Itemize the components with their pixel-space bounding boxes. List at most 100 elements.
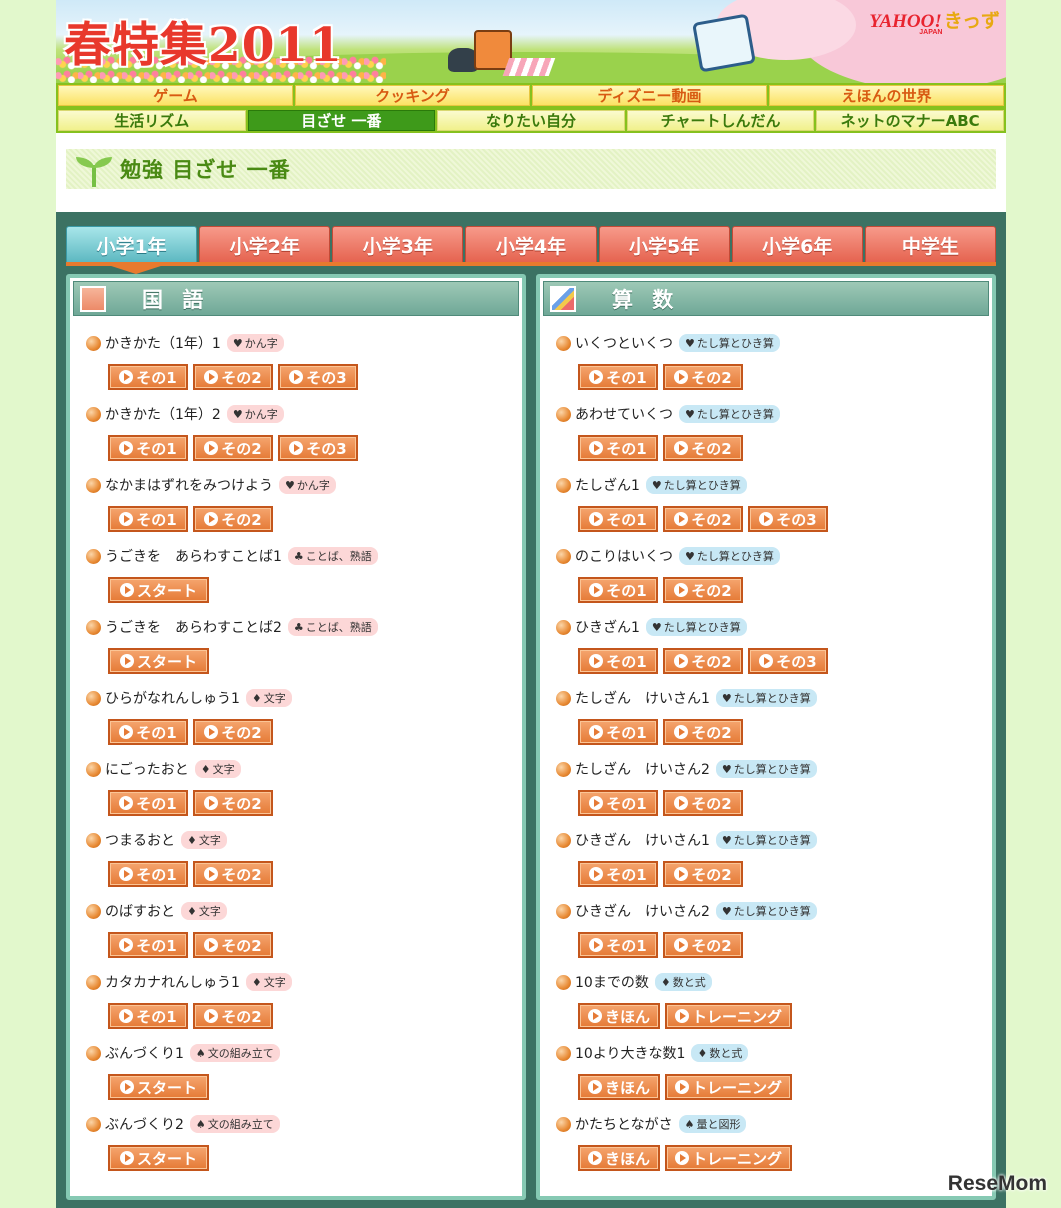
bullet-icon: [556, 974, 571, 990]
start-button[interactable]: その2: [663, 577, 743, 603]
item-header: のばすおと ♦ 文字: [86, 900, 516, 922]
button-label: その2: [221, 510, 262, 529]
play-arrow-icon: [119, 1080, 134, 1094]
button-label: その3: [306, 368, 347, 387]
start-button[interactable]: その1: [578, 932, 658, 958]
grade-tab[interactable]: 小学1年: [66, 226, 198, 264]
start-button[interactable]: その1: [108, 1003, 188, 1029]
item-header: にごったおと ♦ 文字: [86, 758, 516, 780]
start-button[interactable]: その3: [748, 648, 828, 674]
tag-label: 量と図形: [696, 1118, 741, 1131]
start-button[interactable]: スタート: [108, 1145, 209, 1171]
play-arrow-icon: [204, 796, 219, 810]
start-button[interactable]: その1: [108, 506, 188, 532]
start-button[interactable]: その1: [578, 719, 658, 745]
diamond-icon: ♦: [660, 976, 671, 989]
heart-icon: ♥: [685, 337, 695, 350]
start-button[interactable]: トレーニング: [665, 1145, 793, 1171]
start-button[interactable]: その2: [663, 364, 743, 390]
list-item: にごったおと ♦ 文字その1 その2: [86, 758, 516, 829]
start-button[interactable]: その2: [663, 719, 743, 745]
start-button[interactable]: その1: [578, 364, 658, 390]
start-button[interactable]: その1: [108, 435, 188, 461]
start-button[interactable]: その2: [663, 932, 743, 958]
button-group: その1 その2: [108, 1003, 516, 1029]
start-button[interactable]: その1: [108, 364, 188, 390]
start-button[interactable]: その2: [193, 861, 273, 887]
start-button[interactable]: スタート: [108, 577, 209, 603]
start-button[interactable]: その1: [108, 719, 188, 745]
start-button[interactable]: その1: [578, 506, 658, 532]
start-button[interactable]: きほん: [578, 1145, 661, 1171]
nav-link[interactable]: チャートしんだん: [626, 110, 815, 131]
yahoo-kids-logo[interactable]: YAHOO! きっず JAPAN: [869, 6, 1000, 36]
nav-link[interactable]: 目ざせ 一番: [247, 110, 436, 131]
start-button[interactable]: その2: [193, 719, 273, 745]
item-title: たしざん けいさん1: [575, 691, 710, 707]
grade-tab[interactable]: 小学5年: [598, 226, 730, 264]
nav-link[interactable]: えほんの世界: [769, 85, 1004, 106]
bullet-icon: [556, 548, 571, 564]
nav-link[interactable]: ディズニー動画: [532, 85, 767, 106]
club-icon: ♣: [293, 621, 304, 634]
button-label: その2: [691, 368, 732, 387]
nav-link[interactable]: なりたい自分: [437, 110, 625, 131]
start-button[interactable]: その1: [578, 435, 658, 461]
start-button[interactable]: その2: [663, 790, 743, 816]
start-button[interactable]: その2: [193, 1003, 273, 1029]
start-button[interactable]: その2: [663, 506, 743, 532]
nav-link[interactable]: 生活リズム: [58, 110, 246, 131]
japanese-panel: 国 語 かきかた（1年）1 ♥ かん字 その1 その2 その3 かきかた（1年）2 ♥ かん字そ…: [66, 274, 526, 1200]
start-button[interactable]: スタート: [108, 1074, 209, 1100]
start-button[interactable]: トレーニング: [665, 1003, 793, 1029]
list-item: ひらがなれんしゅう1 ♦ 文字 その1 その2: [86, 687, 516, 758]
grade-tab[interactable]: 小学2年: [199, 226, 331, 264]
start-button[interactable]: きほん: [578, 1074, 661, 1100]
play-arrow-icon: [674, 512, 689, 526]
sprout-icon: [76, 151, 112, 187]
start-button[interactable]: その1: [578, 648, 658, 674]
start-button[interactable]: その2: [663, 648, 743, 674]
start-button[interactable]: その1: [108, 790, 188, 816]
start-button[interactable]: その1: [578, 861, 658, 887]
nav-link[interactable]: ネットのマナーABC: [816, 110, 1004, 131]
start-button[interactable]: その2: [193, 364, 273, 390]
start-button[interactable]: スタート: [108, 648, 209, 674]
start-button[interactable]: その1: [578, 790, 658, 816]
nav-link[interactable]: ゲーム: [58, 85, 293, 106]
start-button[interactable]: きほん: [578, 1003, 661, 1029]
item-header: なかまはずれをみつけよう ♥ かん字: [86, 474, 516, 496]
start-button[interactable]: その3: [278, 435, 358, 461]
notebook-icon: [80, 285, 106, 312]
category-tag: ♥ かん字: [226, 405, 284, 423]
start-button[interactable]: その1: [578, 577, 658, 603]
start-button[interactable]: その1: [108, 932, 188, 958]
start-button[interactable]: その2: [663, 435, 743, 461]
start-button[interactable]: その2: [193, 932, 273, 958]
start-button[interactable]: その1: [108, 861, 188, 887]
item-title: のこりはいくつ: [575, 549, 673, 565]
start-button[interactable]: その2: [193, 435, 273, 461]
start-button[interactable]: その2: [193, 506, 273, 532]
start-button[interactable]: その3: [278, 364, 358, 390]
bullet-icon: [556, 1116, 571, 1132]
start-button[interactable]: その2: [663, 861, 743, 887]
button-group: その1 その2 その3: [108, 435, 516, 461]
item-header: あわせていくつ ♥ たし算とひき算: [556, 403, 986, 425]
item-title: 10より大きな数1: [575, 1046, 686, 1062]
nav-link[interactable]: クッキング: [295, 85, 530, 106]
start-button[interactable]: その3: [748, 506, 828, 532]
grade-tab[interactable]: 中学生: [864, 226, 996, 264]
item-header: ぶんづくり1 ♠ 文の組み立て: [86, 1042, 516, 1064]
category-tag: ♦ 文字: [181, 902, 227, 920]
tag-label: 文字: [198, 834, 221, 847]
button-label: きほん: [605, 1078, 651, 1097]
item-title: たしざん けいさん2: [575, 762, 710, 778]
grade-tab[interactable]: 小学6年: [731, 226, 863, 264]
start-button[interactable]: その2: [193, 790, 273, 816]
grade-tab[interactable]: 小学4年: [465, 226, 597, 264]
grade-tab[interactable]: 小学3年: [332, 226, 464, 264]
list-item: うごきを あらわすことば2 ♣ ことば、熟語 スタート: [86, 616, 516, 687]
start-button[interactable]: トレーニング: [665, 1074, 793, 1100]
item-title: ひきざん1: [575, 620, 640, 636]
